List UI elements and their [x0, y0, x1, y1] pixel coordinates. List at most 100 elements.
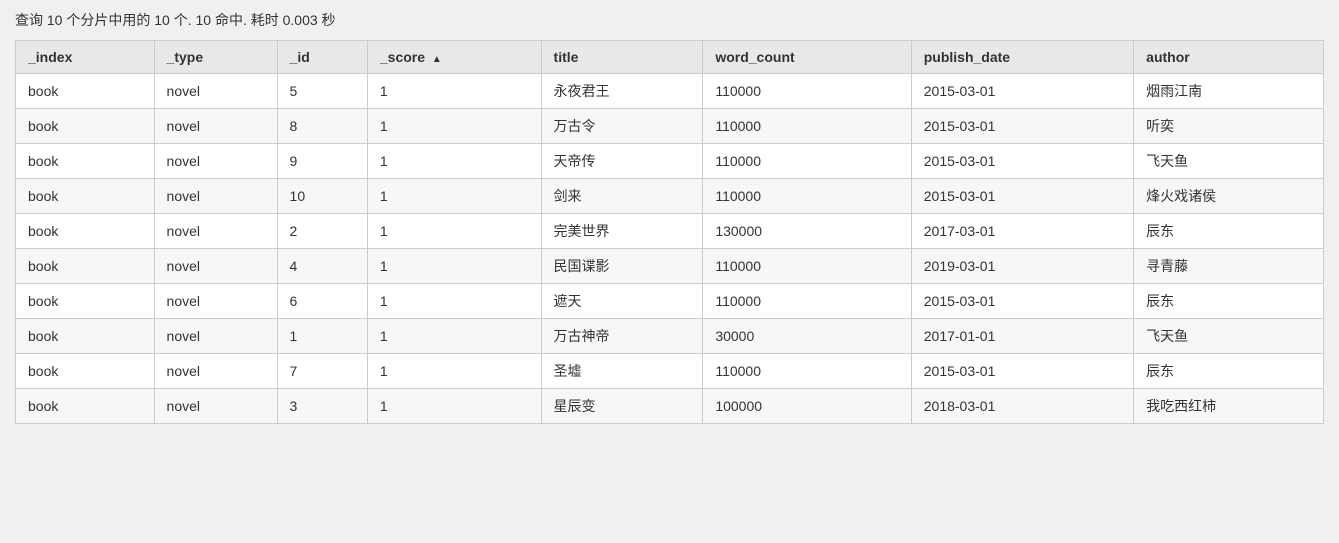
- cell-word_count: 100000: [703, 389, 911, 424]
- cell-_id: 9: [277, 144, 367, 179]
- col-header-author[interactable]: author: [1134, 41, 1324, 74]
- cell-publish_date: 2015-03-01: [911, 74, 1133, 109]
- cell-author: 听奕: [1134, 109, 1324, 144]
- cell-word_count: 130000: [703, 214, 911, 249]
- sort-arrow-icon: ▲: [432, 54, 442, 65]
- table-row: booknovel71圣墟1100002015-03-01辰东: [16, 354, 1324, 389]
- cell-publish_date: 2015-03-01: [911, 284, 1133, 319]
- cell-_id: 6: [277, 284, 367, 319]
- col-header-title[interactable]: title: [541, 41, 703, 74]
- cell-author: 寻青藤: [1134, 249, 1324, 284]
- cell-_type: novel: [154, 284, 277, 319]
- results-table: _index _type _id _score ▲ title word_cou…: [15, 40, 1324, 424]
- cell-_index: book: [16, 74, 155, 109]
- cell-_score: 1: [367, 179, 541, 214]
- cell-publish_date: 2019-03-01: [911, 249, 1133, 284]
- cell-_type: novel: [154, 109, 277, 144]
- cell-_id: 10: [277, 179, 367, 214]
- cell-_type: novel: [154, 144, 277, 179]
- cell-author: 辰东: [1134, 214, 1324, 249]
- cell-_score: 1: [367, 74, 541, 109]
- cell-publish_date: 2017-03-01: [911, 214, 1133, 249]
- col-header-index[interactable]: _index: [16, 41, 155, 74]
- cell-publish_date: 2015-03-01: [911, 109, 1133, 144]
- cell-author: 辰东: [1134, 284, 1324, 319]
- cell-_index: book: [16, 354, 155, 389]
- cell-_id: 4: [277, 249, 367, 284]
- cell-_index: book: [16, 109, 155, 144]
- cell-title: 星辰变: [541, 389, 703, 424]
- cell-word_count: 110000: [703, 179, 911, 214]
- cell-_index: book: [16, 144, 155, 179]
- cell-word_count: 110000: [703, 249, 911, 284]
- cell-publish_date: 2015-03-01: [911, 179, 1133, 214]
- cell-word_count: 110000: [703, 284, 911, 319]
- cell-_index: book: [16, 319, 155, 354]
- cell-title: 遮天: [541, 284, 703, 319]
- cell-_id: 7: [277, 354, 367, 389]
- cell-_type: novel: [154, 319, 277, 354]
- cell-_index: book: [16, 214, 155, 249]
- col-header-id[interactable]: _id: [277, 41, 367, 74]
- cell-author: 烽火戏诸侯: [1134, 179, 1324, 214]
- cell-title: 万古令: [541, 109, 703, 144]
- cell-_type: novel: [154, 74, 277, 109]
- cell-word_count: 110000: [703, 354, 911, 389]
- table-header-row: _index _type _id _score ▲ title word_cou…: [16, 41, 1324, 74]
- cell-word_count: 30000: [703, 319, 911, 354]
- cell-_index: book: [16, 389, 155, 424]
- table-row: booknovel81万古令1100002015-03-01听奕: [16, 109, 1324, 144]
- cell-_type: novel: [154, 249, 277, 284]
- cell-title: 民国谍影: [541, 249, 703, 284]
- cell-author: 飞天鱼: [1134, 144, 1324, 179]
- cell-_score: 1: [367, 319, 541, 354]
- cell-_index: book: [16, 284, 155, 319]
- cell-_id: 3: [277, 389, 367, 424]
- cell-title: 完美世界: [541, 214, 703, 249]
- cell-title: 永夜君王: [541, 74, 703, 109]
- table-row: booknovel31星辰变1000002018-03-01我吃西红柿: [16, 389, 1324, 424]
- cell-_type: novel: [154, 389, 277, 424]
- cell-_type: novel: [154, 179, 277, 214]
- cell-title: 剑来: [541, 179, 703, 214]
- cell-_id: 5: [277, 74, 367, 109]
- table-row: booknovel61遮天1100002015-03-01辰东: [16, 284, 1324, 319]
- table-row: booknovel21完美世界1300002017-03-01辰东: [16, 214, 1324, 249]
- cell-publish_date: 2017-01-01: [911, 319, 1133, 354]
- cell-publish_date: 2015-03-01: [911, 354, 1133, 389]
- cell-word_count: 110000: [703, 144, 911, 179]
- query-info: 查询 10 个分片中用的 10 个. 10 命中. 耗时 0.003 秒: [15, 10, 1324, 30]
- cell-author: 辰东: [1134, 354, 1324, 389]
- col-header-word-count[interactable]: word_count: [703, 41, 911, 74]
- table-row: booknovel101剑来1100002015-03-01烽火戏诸侯: [16, 179, 1324, 214]
- cell-_index: book: [16, 179, 155, 214]
- cell-title: 圣墟: [541, 354, 703, 389]
- cell-_id: 8: [277, 109, 367, 144]
- cell-_score: 1: [367, 214, 541, 249]
- cell-title: 天帝传: [541, 144, 703, 179]
- table-row: booknovel41民国谍影1100002019-03-01寻青藤: [16, 249, 1324, 284]
- cell-_id: 2: [277, 214, 367, 249]
- cell-publish_date: 2015-03-01: [911, 144, 1133, 179]
- table-row: booknovel91天帝传1100002015-03-01飞天鱼: [16, 144, 1324, 179]
- cell-_type: novel: [154, 354, 277, 389]
- col-header-publish-date[interactable]: publish_date: [911, 41, 1133, 74]
- col-header-type[interactable]: _type: [154, 41, 277, 74]
- cell-_score: 1: [367, 144, 541, 179]
- cell-_score: 1: [367, 354, 541, 389]
- cell-_score: 1: [367, 389, 541, 424]
- cell-title: 万古神帝: [541, 319, 703, 354]
- cell-author: 我吃西红柿: [1134, 389, 1324, 424]
- cell-author: 烟雨江南: [1134, 74, 1324, 109]
- col-header-score[interactable]: _score ▲: [367, 41, 541, 74]
- table-row: booknovel51永夜君王1100002015-03-01烟雨江南: [16, 74, 1324, 109]
- cell-_id: 1: [277, 319, 367, 354]
- cell-_index: book: [16, 249, 155, 284]
- cell-_type: novel: [154, 214, 277, 249]
- cell-_score: 1: [367, 284, 541, 319]
- cell-_score: 1: [367, 249, 541, 284]
- cell-_score: 1: [367, 109, 541, 144]
- cell-publish_date: 2018-03-01: [911, 389, 1133, 424]
- cell-word_count: 110000: [703, 74, 911, 109]
- table-row: booknovel11万古神帝300002017-01-01飞天鱼: [16, 319, 1324, 354]
